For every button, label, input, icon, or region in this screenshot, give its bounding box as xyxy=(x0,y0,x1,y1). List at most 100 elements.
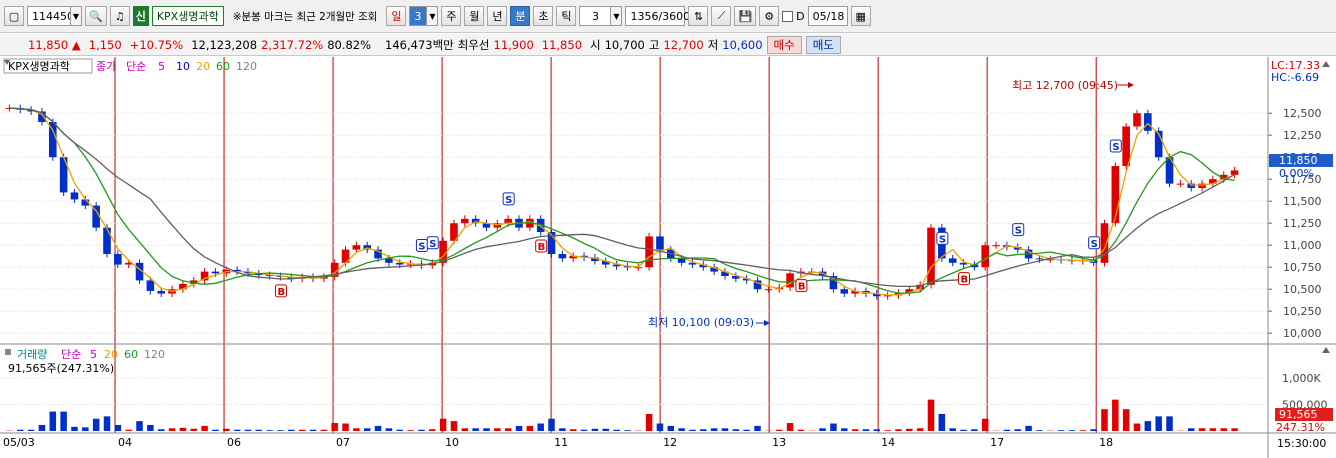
date-input[interactable]: 05/18 xyxy=(807,6,848,26)
data-count-value[interactable]: 1356 xyxy=(630,10,658,23)
candle xyxy=(948,258,957,263)
tab-year[interactable]: 년 xyxy=(487,6,508,26)
volume-bar xyxy=(1036,430,1043,431)
low-label: 저 xyxy=(707,37,719,52)
max-annotation: 최고 12,700 (09:45) xyxy=(1012,79,1118,92)
code-dropdown-icon[interactable]: ▼ xyxy=(70,6,82,26)
volume-bar xyxy=(591,428,599,431)
x-tick-label: 17 xyxy=(990,436,1004,449)
volume-bar xyxy=(179,427,187,431)
volume-bar xyxy=(916,428,924,431)
volume-bar xyxy=(82,427,89,431)
indicator-icon[interactable]: ⇅ xyxy=(688,6,709,26)
price-change: 1,150 xyxy=(88,37,122,52)
volume-bar xyxy=(906,428,913,431)
tab-week[interactable]: 주 xyxy=(441,6,462,26)
volume-readout: 91,565주(247.31%) xyxy=(8,362,114,375)
volume-bar xyxy=(342,423,349,431)
stock-name: KPX생명과학 xyxy=(151,6,224,26)
buy-signal-label: B xyxy=(538,242,546,253)
volume-bar xyxy=(136,421,143,431)
x-tick-label: 04 xyxy=(118,436,132,449)
sell-signal-label: S xyxy=(505,195,512,206)
draw-tool-icon[interactable]: ⟋ xyxy=(711,6,732,26)
volume-bar xyxy=(960,429,967,431)
volume-rate-label: 247.31% xyxy=(1276,421,1325,434)
y-tick-label: 11,500 xyxy=(1283,195,1322,208)
volume-bar xyxy=(656,423,664,431)
y-tick-label: 10,250 xyxy=(1283,305,1322,318)
sell-button[interactable]: 매도 xyxy=(805,35,841,54)
x-tick-label: 13 xyxy=(772,436,786,449)
data-count: 1356/3600 xyxy=(625,6,690,26)
sell-signal-label: S xyxy=(1112,142,1119,153)
buy-signal-label: B xyxy=(798,282,806,293)
tab-minute[interactable]: 분 xyxy=(510,6,531,26)
volume-bar xyxy=(1090,429,1097,431)
legend-ma120: 120 xyxy=(236,60,257,73)
volume-bar xyxy=(212,429,219,431)
y-tick-label: 11,250 xyxy=(1283,217,1322,230)
volume-bar xyxy=(949,428,956,431)
new-badge: 신 xyxy=(132,6,149,26)
date-checkbox[interactable] xyxy=(782,10,794,22)
x-tick-label: 07 xyxy=(336,436,350,449)
volume-bar xyxy=(678,428,685,431)
candle xyxy=(1176,183,1185,185)
x-tick-label: 10 xyxy=(445,436,459,449)
chart-menu-icon[interactable]: ▢ xyxy=(4,6,24,26)
legend-simple: 단순 xyxy=(126,60,146,73)
sell-signal-label: S xyxy=(1091,239,1098,250)
quote-bar: 11,850 ▲ 1,150 +10.75% 12,123,208 2,317.… xyxy=(0,34,1336,56)
minute-interval-input[interactable]: 3 xyxy=(579,6,612,26)
volume-bar xyxy=(580,429,588,431)
volume-bar xyxy=(775,429,783,431)
settings-gear-icon[interactable]: ⚙ xyxy=(759,6,780,26)
volume-bar xyxy=(559,428,566,431)
code-input[interactable]: 114450 xyxy=(27,6,74,26)
y-tick-label: 10,500 xyxy=(1283,283,1322,296)
y-tick-label: 12,500 xyxy=(1283,107,1322,120)
tab-tick[interactable]: 틱 xyxy=(556,6,577,26)
volume-bar xyxy=(602,428,609,431)
sell-signal-label: S xyxy=(939,234,946,245)
search-icon[interactable]: 🔍 xyxy=(85,6,107,26)
volume-bar xyxy=(1231,428,1238,431)
volume-bar xyxy=(38,424,46,431)
volume-bar xyxy=(407,430,414,431)
volume-bar xyxy=(201,425,208,431)
current-rate-label: 0.00% xyxy=(1279,167,1314,180)
volume-bar xyxy=(353,428,360,431)
buy-button[interactable]: 매수 xyxy=(766,35,802,54)
price-chart[interactable]: BSSSBBSBSSS 12,50012,25012,00011,75011,5… xyxy=(0,57,1336,458)
x-tick-label: 12 xyxy=(663,436,677,449)
candle xyxy=(927,227,935,285)
volume-bar xyxy=(797,429,805,431)
volume-bar xyxy=(103,416,111,431)
day-count-dropdown-icon[interactable]: ▼ xyxy=(426,6,439,26)
candle xyxy=(981,245,990,268)
volume-bar xyxy=(1068,430,1076,431)
tab-day[interactable]: 일 xyxy=(386,6,407,26)
y-tick-label: 12,250 xyxy=(1283,129,1322,142)
volume-bar xyxy=(374,425,382,431)
volume-bar xyxy=(504,428,512,431)
volume-bar xyxy=(92,418,100,431)
volume-bar xyxy=(1122,409,1130,431)
day-count-input[interactable]: 3 xyxy=(409,6,428,26)
candle xyxy=(352,245,361,250)
calendar-icon[interactable]: ▦ xyxy=(850,6,871,26)
volume-bar xyxy=(862,429,870,431)
candle xyxy=(103,227,111,255)
y-tick-label: 11,000 xyxy=(1283,239,1322,252)
ratio: 80.82% xyxy=(327,37,372,52)
volume-bar xyxy=(613,429,620,431)
sound-icon[interactable]: ♫ xyxy=(109,6,130,26)
volume-bar xyxy=(71,426,78,431)
volume-bar xyxy=(49,411,57,431)
save-icon[interactable]: 💾 xyxy=(734,6,757,26)
tab-second[interactable]: 초 xyxy=(533,6,554,26)
minute-interval-dropdown-icon[interactable]: ▼ xyxy=(610,6,623,26)
tab-month[interactable]: 월 xyxy=(464,6,485,26)
current-price: 11,850 ▲ xyxy=(28,37,81,52)
